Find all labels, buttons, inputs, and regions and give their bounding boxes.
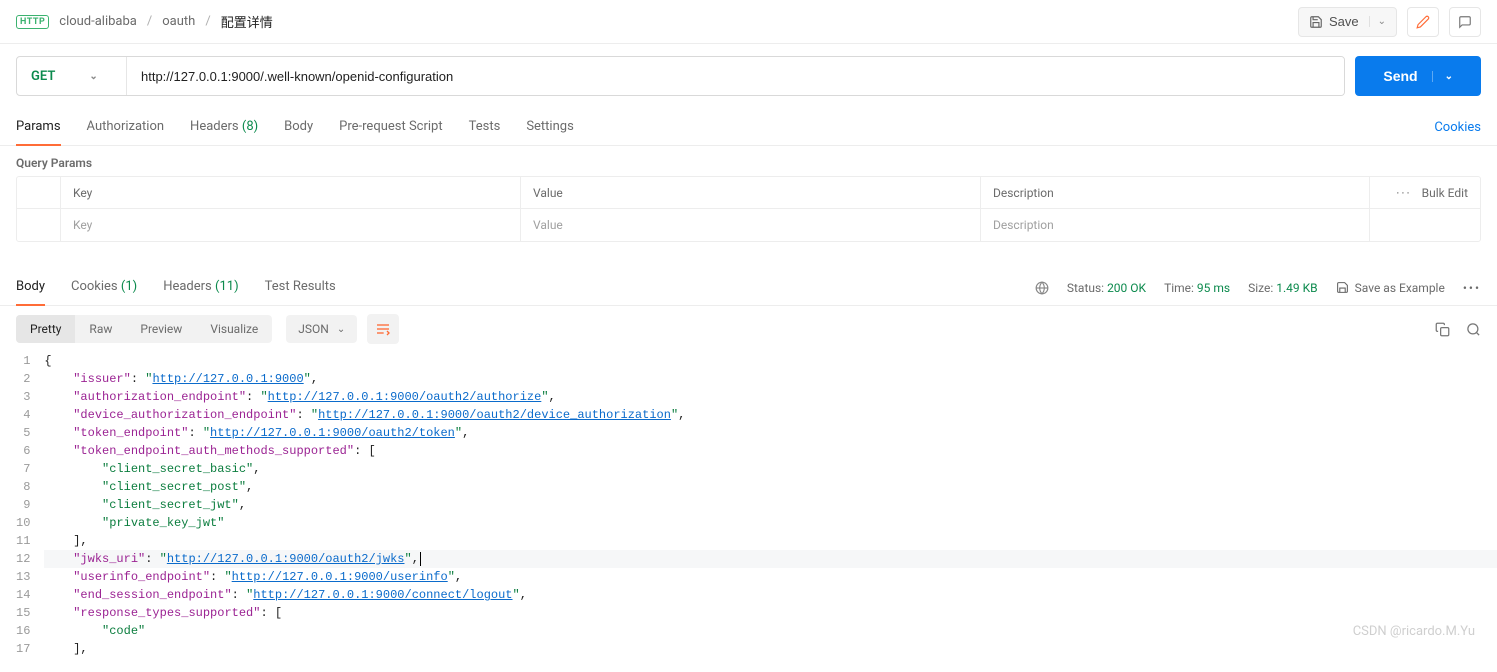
method-value: GET: [31, 69, 55, 84]
save-label: Save: [1329, 14, 1359, 29]
vtab-pretty[interactable]: Pretty: [16, 315, 75, 343]
tab-headers[interactable]: Headers (8): [190, 110, 258, 146]
format-select[interactable]: JSON ⌄: [286, 315, 357, 343]
request-box: GET ⌄: [16, 56, 1345, 96]
chevron-down-icon: ⌄: [337, 324, 345, 335]
chevron-down-icon[interactable]: ⌄: [1369, 16, 1386, 27]
th-description: Description: [981, 177, 1370, 208]
th-key: Key: [61, 177, 521, 208]
table-header: Key Value Description ··· Bulk Edit: [17, 177, 1480, 209]
vtab-preview[interactable]: Preview: [126, 315, 196, 343]
key-input[interactable]: Key: [61, 209, 521, 241]
bulk-edit-button[interactable]: Bulk Edit: [1422, 186, 1468, 200]
th-actions: ··· Bulk Edit: [1370, 177, 1480, 208]
table-row[interactable]: Key Value Description: [17, 209, 1480, 241]
tab-settings[interactable]: Settings: [526, 110, 573, 146]
method-select[interactable]: GET ⌄: [17, 57, 127, 95]
save-icon: [1336, 281, 1349, 294]
request-row: GET ⌄ Send ⌄: [0, 44, 1497, 96]
send-label: Send: [1383, 68, 1417, 84]
tab-tests[interactable]: Tests: [469, 110, 501, 146]
query-params-title: Query Params: [0, 146, 1497, 176]
edit-button[interactable]: [1407, 7, 1439, 37]
wrap-button[interactable]: [367, 314, 399, 344]
vtab-visualize[interactable]: Visualize: [196, 315, 272, 343]
size-block[interactable]: Size: 1.49 KB: [1248, 281, 1318, 295]
wrap-icon: [375, 322, 391, 336]
code-area[interactable]: 1234567891011121314151617 { "issuer": "h…: [0, 352, 1497, 672]
more-icon[interactable]: •••: [1463, 281, 1481, 295]
crumb-1[interactable]: oauth: [162, 14, 195, 29]
row-checkbox[interactable]: [17, 209, 61, 241]
value-input[interactable]: Value: [521, 209, 981, 241]
resp-tab-body[interactable]: Body: [16, 270, 45, 306]
response-toolbar: Pretty Raw Preview Visualize JSON ⌄: [0, 306, 1497, 352]
tab-authorization[interactable]: Authorization: [87, 110, 165, 146]
crumb-0[interactable]: cloud-alibaba: [59, 14, 137, 29]
tab-body[interactable]: Body: [284, 110, 313, 146]
right-tools: [1435, 322, 1481, 337]
checkbox-header: [17, 177, 61, 208]
save-icon: [1309, 15, 1323, 29]
chevron-down-icon: ⌄: [89, 71, 97, 82]
response-tabs: Body Cookies (1) Headers (11) Test Resul…: [0, 270, 1497, 306]
send-button[interactable]: Send ⌄: [1355, 56, 1481, 96]
th-value: Value: [521, 177, 981, 208]
cookies-link[interactable]: Cookies: [1434, 120, 1481, 135]
sep: /: [147, 14, 152, 29]
description-input[interactable]: Description: [981, 209, 1370, 241]
save-as-example[interactable]: Save as Example: [1336, 281, 1445, 295]
view-tabs: Pretty Raw Preview Visualize: [16, 315, 272, 343]
query-params-table: Key Value Description ··· Bulk Edit Key …: [16, 176, 1481, 242]
tab-prerequest[interactable]: Pre-request Script: [339, 110, 442, 146]
status-row: Status: 200 OK Time: 95 ms Size: 1.49 KB…: [1035, 281, 1481, 295]
copy-icon[interactable]: [1435, 322, 1450, 337]
url-input[interactable]: [127, 57, 1344, 95]
sep: /: [205, 14, 210, 29]
time-block[interactable]: Time: 95 ms: [1164, 281, 1230, 295]
code-body[interactable]: { "issuer": "http://127.0.0.1:9000", "au…: [44, 352, 1497, 672]
request-tabs: Params Authorization Headers (8) Body Pr…: [0, 110, 1497, 146]
resp-tab-cookies[interactable]: Cookies (1): [71, 270, 137, 306]
top-actions: Save ⌄: [1298, 7, 1481, 37]
more-icon[interactable]: ···: [1396, 186, 1411, 200]
top-bar: HTTP cloud-alibaba / oauth / 配置详情 Save ⌄: [0, 0, 1497, 44]
save-button[interactable]: Save ⌄: [1298, 7, 1397, 37]
breadcrumb: HTTP cloud-alibaba / oauth / 配置详情: [16, 12, 273, 31]
resp-tab-headers[interactable]: Headers (11): [163, 270, 238, 306]
http-badge: HTTP: [16, 15, 49, 29]
comments-button[interactable]: [1449, 7, 1481, 37]
row-actions: [1370, 209, 1480, 241]
status-block[interactable]: Status: 200 OK: [1067, 281, 1146, 295]
tab-params[interactable]: Params: [16, 110, 61, 146]
crumb-2[interactable]: 配置详情: [221, 12, 273, 31]
resp-tab-tests[interactable]: Test Results: [265, 270, 336, 306]
vtab-raw[interactable]: Raw: [75, 315, 126, 343]
chevron-down-icon[interactable]: ⌄: [1432, 71, 1453, 82]
pencil-icon: [1416, 15, 1430, 29]
search-icon[interactable]: [1466, 322, 1481, 337]
line-gutter: 1234567891011121314151617: [16, 352, 44, 672]
comment-icon: [1458, 15, 1472, 29]
globe-icon[interactable]: [1035, 281, 1049, 295]
